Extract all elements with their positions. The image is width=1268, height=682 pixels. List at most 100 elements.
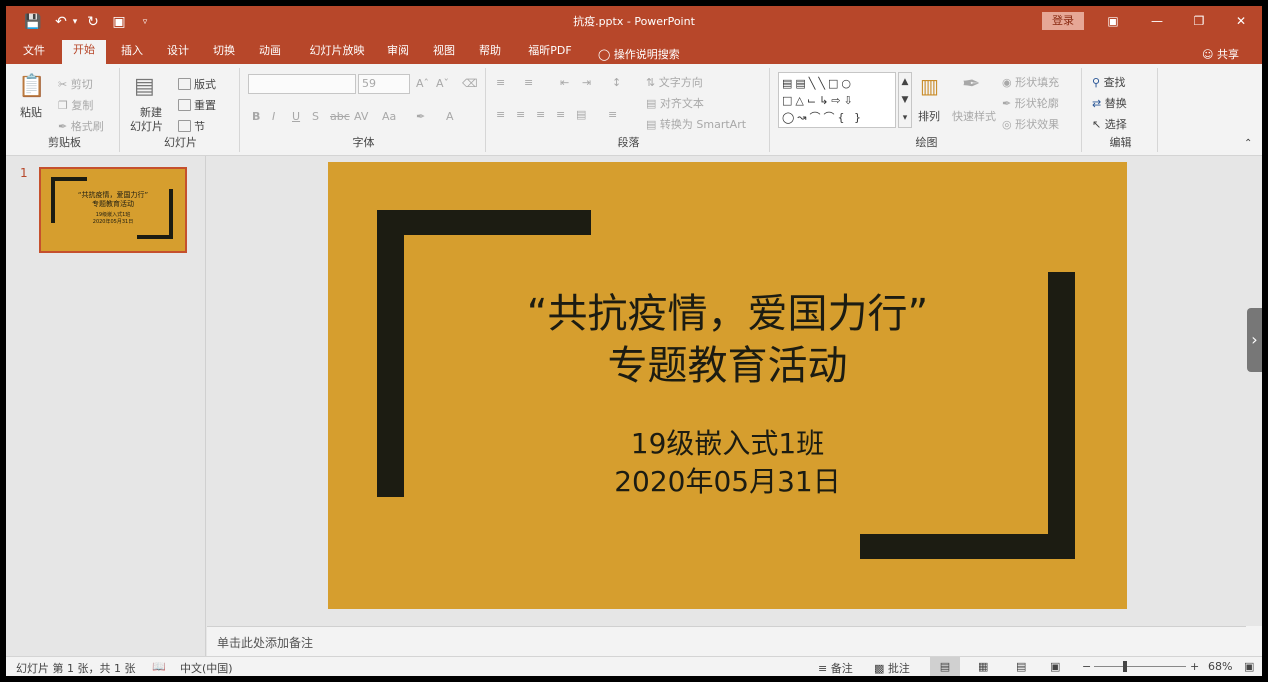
slide-title-line-1[interactable]: “共抗疫情，爱国力行”: [328, 290, 1127, 338]
font-color-icon[interactable]: A: [446, 110, 454, 123]
share-button[interactable]: ☺ 共享: [1202, 46, 1239, 62]
tab-home[interactable]: 开始: [62, 40, 106, 64]
bold-icon[interactable]: B: [252, 110, 260, 123]
italic-icon[interactable]: I: [272, 110, 275, 123]
select-button[interactable]: ↖ 选择: [1092, 116, 1127, 132]
zoom-level[interactable]: 68%: [1208, 660, 1232, 673]
paste-icon[interactable]: 📋: [18, 74, 45, 99]
minimize-icon[interactable]: —: [1146, 12, 1168, 30]
tab-slideshow[interactable]: 幻灯片放映: [302, 42, 372, 64]
slide-thumbnail-1[interactable]: “共抗疫情，爱国力行” 专题教育活动 19级嵌入式1班 2020年05月31日: [39, 167, 187, 253]
increase-indent-icon[interactable]: ⇥: [582, 76, 591, 89]
highlight-icon[interactable]: ✒: [416, 110, 425, 123]
shape-effects-button[interactable]: ◎ 形状效果: [1002, 116, 1059, 132]
new-slide-icon[interactable]: ▤: [134, 74, 155, 99]
shapes-gallery[interactable]: ▤▤╲╲□○ □△⌙↳⇨⇩ ◯↝⌒⌒{ }: [778, 72, 896, 128]
tab-animations[interactable]: 动画: [252, 42, 288, 64]
arrange-icon[interactable]: ▥: [920, 74, 939, 98]
paste-button[interactable]: 粘贴: [20, 104, 42, 120]
notes-placeholder[interactable]: 单击此处添加备注: [217, 634, 313, 651]
shadow-icon[interactable]: S: [312, 110, 319, 123]
comment-icon: ▩: [874, 662, 885, 675]
normal-view-icon[interactable]: ▤: [930, 657, 960, 676]
increase-font-icon[interactable]: Aˆ: [416, 77, 429, 90]
zoom-out-icon[interactable]: −: [1082, 660, 1091, 673]
slide-canvas[interactable]: “共抗疫情，爱国力行” 专题教育活动 19级嵌入式1班 2020年05月31日: [328, 162, 1127, 609]
underline-icon[interactable]: U: [292, 110, 300, 123]
decrease-indent-icon[interactable]: ⇤: [560, 76, 569, 89]
clear-format-icon[interactable]: ⌫: [462, 77, 478, 90]
tab-foxit-pdf[interactable]: 福昕PDF: [520, 42, 580, 64]
zoom-in-icon[interactable]: +: [1190, 660, 1199, 673]
quick-styles-icon[interactable]: ✒: [962, 72, 980, 97]
find-button[interactable]: ⚲ 查找: [1092, 74, 1126, 90]
replace-button[interactable]: ⇄ 替换: [1092, 95, 1127, 111]
zoom-slider-thumb[interactable]: [1123, 661, 1127, 672]
change-case-icon[interactable]: Aa: [382, 110, 396, 123]
slide-subtitle-line-2[interactable]: 2020年05月31日: [328, 464, 1127, 500]
bracket-top-horizontal[interactable]: [377, 210, 591, 235]
slide-sorter-icon[interactable]: ▦: [978, 660, 988, 673]
line-spacing-icon[interactable]: ↕: [612, 76, 621, 89]
tab-view[interactable]: 视图: [426, 42, 462, 64]
numbering-icon[interactable]: ≡: [524, 76, 533, 89]
tab-help[interactable]: 帮助: [472, 42, 508, 64]
tab-review[interactable]: 审阅: [380, 42, 416, 64]
bracket-bottom-horizontal[interactable]: [860, 534, 1075, 559]
shape-fill-button[interactable]: ◉ 形状填充: [1002, 74, 1059, 90]
chevron-right-icon[interactable]: ›: [1247, 308, 1262, 372]
column-layout-icon[interactable]: ≡: [608, 108, 617, 121]
notes-pane[interactable]: 单击此处添加备注: [207, 626, 1262, 656]
shapes-row-3[interactable]: ◯↝⌒⌒{ }: [782, 109, 864, 127]
tab-design[interactable]: 设计: [160, 42, 196, 64]
decrease-font-icon[interactable]: Aˇ: [436, 77, 449, 90]
text-direction-button[interactable]: ⇅ 文字方向: [646, 74, 703, 90]
new-slide-label-2[interactable]: 幻灯片: [130, 118, 163, 134]
copy-button[interactable]: ❐ 复制: [58, 97, 93, 113]
char-spacing-icon[interactable]: AV: [354, 110, 368, 123]
reading-view-icon[interactable]: ▤: [1016, 660, 1026, 673]
ribbon-display-options-icon[interactable]: ▣: [1102, 12, 1124, 30]
columns-icon[interactable]: ▤: [576, 108, 586, 121]
section-button[interactable]: 节: [178, 118, 205, 134]
cut-label: 剪切: [70, 78, 93, 91]
format-painter-button[interactable]: ✒ 格式刷: [58, 118, 104, 134]
login-button[interactable]: 登录: [1042, 12, 1084, 30]
strikethrough-icon[interactable]: abc: [330, 110, 350, 123]
align-text-button[interactable]: ▤ 对齐文本: [646, 95, 704, 111]
collapse-ribbon-icon[interactable]: ⌃: [1244, 138, 1252, 149]
shapes-row-2[interactable]: □△⌙↳⇨⇩: [782, 92, 856, 110]
comments-toggle[interactable]: ▩ 批注: [874, 660, 910, 676]
shapes-scroll-icon[interactable]: ▲ ▼ ▾: [898, 72, 912, 128]
language-status[interactable]: 中文(中国): [180, 660, 233, 676]
tab-insert[interactable]: 插入: [114, 42, 150, 64]
tab-transitions[interactable]: 切换: [206, 42, 242, 64]
close-icon[interactable]: ✕: [1230, 12, 1252, 30]
slide-subtitle-line-1[interactable]: 19级嵌入式1班: [328, 426, 1127, 462]
restore-icon[interactable]: ❐: [1188, 12, 1210, 30]
smartart-button[interactable]: ▤ 转换为 SmartArt: [646, 116, 746, 132]
quick-styles-button[interactable]: 快速样式: [952, 108, 996, 124]
arrange-button[interactable]: 排列: [918, 108, 940, 124]
reset-button[interactable]: 重置: [178, 97, 216, 113]
cut-button[interactable]: ✂ 剪切: [58, 76, 93, 92]
align-left-icon[interactable]: ≡: [496, 108, 505, 121]
slide-title-line-2[interactable]: 专题教育活动: [328, 342, 1127, 390]
tell-me-search[interactable]: ◯ 操作说明搜索: [598, 46, 680, 62]
slideshow-view-icon[interactable]: ▣: [1050, 660, 1060, 673]
shape-outline-button[interactable]: ✒ 形状轮廓: [1002, 95, 1059, 111]
align-right-icon[interactable]: ≡: [536, 108, 545, 121]
tab-file[interactable]: 文件: [14, 42, 54, 64]
layout-button[interactable]: 版式: [178, 76, 216, 92]
bullets-icon[interactable]: ≡: [496, 76, 505, 89]
font-size-combo[interactable]: 59: [358, 74, 410, 94]
zoom-slider[interactable]: [1094, 666, 1186, 667]
justify-icon[interactable]: ≡: [556, 108, 565, 121]
align-center-icon[interactable]: ≡: [516, 108, 525, 121]
shapes-row-1[interactable]: ▤▤╲╲□○: [782, 75, 854, 93]
fit-to-window-icon[interactable]: ▣: [1244, 660, 1254, 673]
notes-scrollbar[interactable]: [1246, 626, 1262, 656]
spellcheck-icon[interactable]: 📖: [152, 660, 166, 673]
font-name-combo[interactable]: [248, 74, 356, 94]
notes-toggle[interactable]: ≡ 备注: [818, 660, 853, 676]
